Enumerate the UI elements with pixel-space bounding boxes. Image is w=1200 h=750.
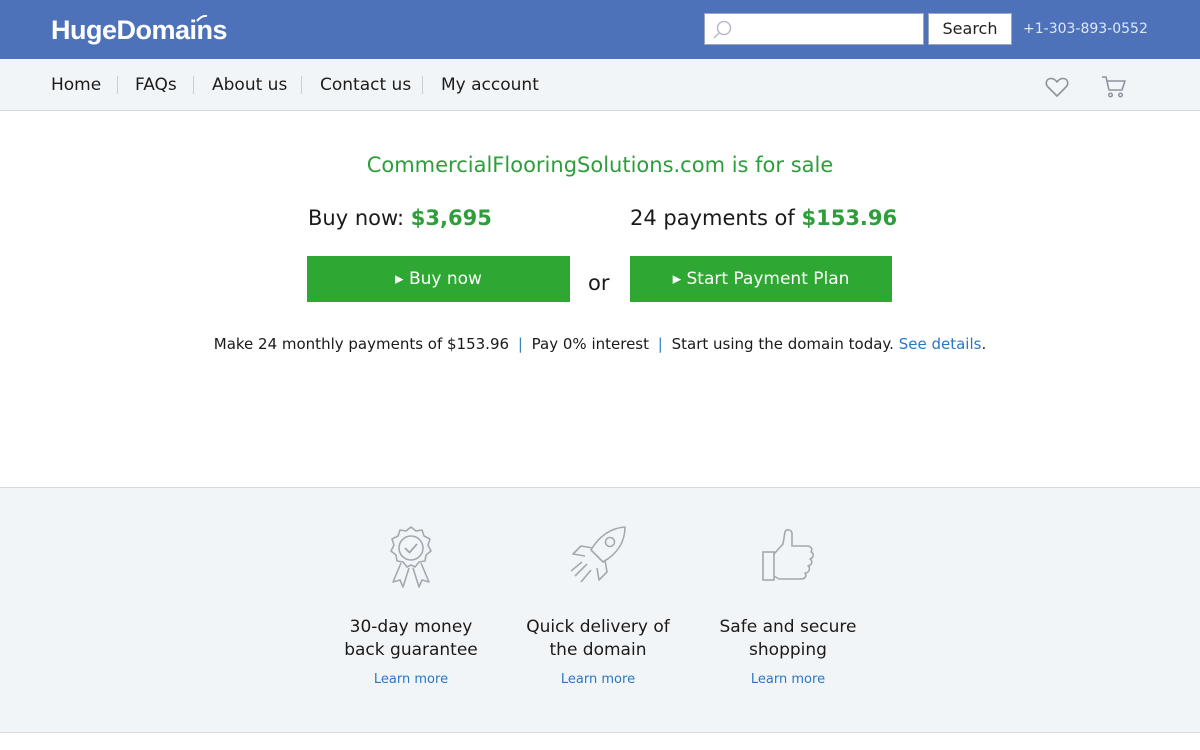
- feature-title: Safe and secure shopping: [688, 616, 888, 662]
- features-section: 30-day money back guarantee Learn more Q…: [0, 487, 1200, 733]
- nav-item-my-account[interactable]: My account: [441, 74, 539, 96]
- payment-details: Make 24 monthly payments of $153.96 | Pa…: [0, 333, 1200, 355]
- search-button[interactable]: Search: [928, 13, 1012, 45]
- start-payment-plan-button[interactable]: ▸ Start Payment Plan: [630, 256, 892, 302]
- buy-now-button[interactable]: ▸ Buy now: [307, 256, 570, 302]
- feature-secure-shopping: Safe and secure shopping Learn more: [688, 524, 888, 689]
- nav-item-about[interactable]: About us: [212, 74, 287, 96]
- details-interest: Pay 0% interest: [531, 335, 649, 353]
- award-ribbon-icon: [390, 526, 432, 588]
- learn-more-link[interactable]: Learn more: [311, 671, 511, 689]
- details-divider: |: [517, 335, 523, 353]
- nav-divider: [422, 76, 423, 94]
- see-details-link[interactable]: See details: [899, 335, 982, 353]
- details-period: .: [981, 335, 987, 353]
- payments-label: 24 payments of: [630, 206, 802, 230]
- feature-title-line: 30-day money: [349, 617, 473, 637]
- nav-divider: [301, 76, 302, 94]
- learn-more-link[interactable]: Learn more: [688, 671, 888, 689]
- search-icon: [713, 20, 732, 39]
- search-input[interactable]: [704, 13, 924, 45]
- heart-icon[interactable]: [1045, 76, 1069, 98]
- rocket-icon: [570, 526, 626, 583]
- feature-title-line: back guarantee: [344, 640, 478, 660]
- feature-title: Quick delivery of the domain: [498, 616, 698, 662]
- nav-divider: [193, 76, 194, 94]
- nav-item-home[interactable]: Home: [51, 74, 101, 96]
- details-divider: |: [657, 335, 663, 353]
- details-monthly: Make 24 monthly payments of $153.96: [213, 335, 510, 353]
- main-nav: Home FAQs About us Contact us My account: [0, 59, 1200, 111]
- feature-money-back: 30-day money back guarantee Learn more: [311, 524, 511, 689]
- thumbs-up-icon: [762, 529, 814, 581]
- feature-title-line: Quick delivery of: [526, 617, 670, 637]
- phone-number[interactable]: +1-303-893-0552: [1023, 19, 1148, 39]
- nav-divider: [117, 76, 118, 94]
- feature-title-line: Safe and secure: [719, 617, 857, 637]
- buy-now-price: Buy now: $3,695: [308, 203, 492, 233]
- feature-quick-delivery: Quick delivery of the domain Learn more: [498, 524, 698, 689]
- buy-now-label: Buy now:: [308, 206, 411, 230]
- nav-item-faqs[interactable]: FAQs: [135, 74, 177, 96]
- feature-title-line: the domain: [549, 640, 647, 660]
- page-title: CommercialFlooringSolutions.com is for s…: [366, 153, 834, 177]
- buy-now-amount: $3,695: [410, 206, 492, 230]
- or-separator: or: [588, 271, 610, 295]
- nav-item-contact[interactable]: Contact us: [320, 74, 411, 96]
- feature-title: 30-day money back guarantee: [311, 616, 511, 662]
- payment-plan-price: 24 payments of $153.96: [630, 203, 897, 233]
- cart-icon[interactable]: [1101, 75, 1127, 99]
- top-header: HugeDomains Search +1-303-893-0552: [0, 0, 1200, 59]
- learn-more-link[interactable]: Learn more: [498, 671, 698, 689]
- logo-swoosh-icon: [196, 15, 208, 22]
- details-start: Start using the domain today.: [671, 335, 894, 353]
- feature-title-line: shopping: [749, 640, 827, 660]
- payment-amount: $153.96: [801, 206, 898, 230]
